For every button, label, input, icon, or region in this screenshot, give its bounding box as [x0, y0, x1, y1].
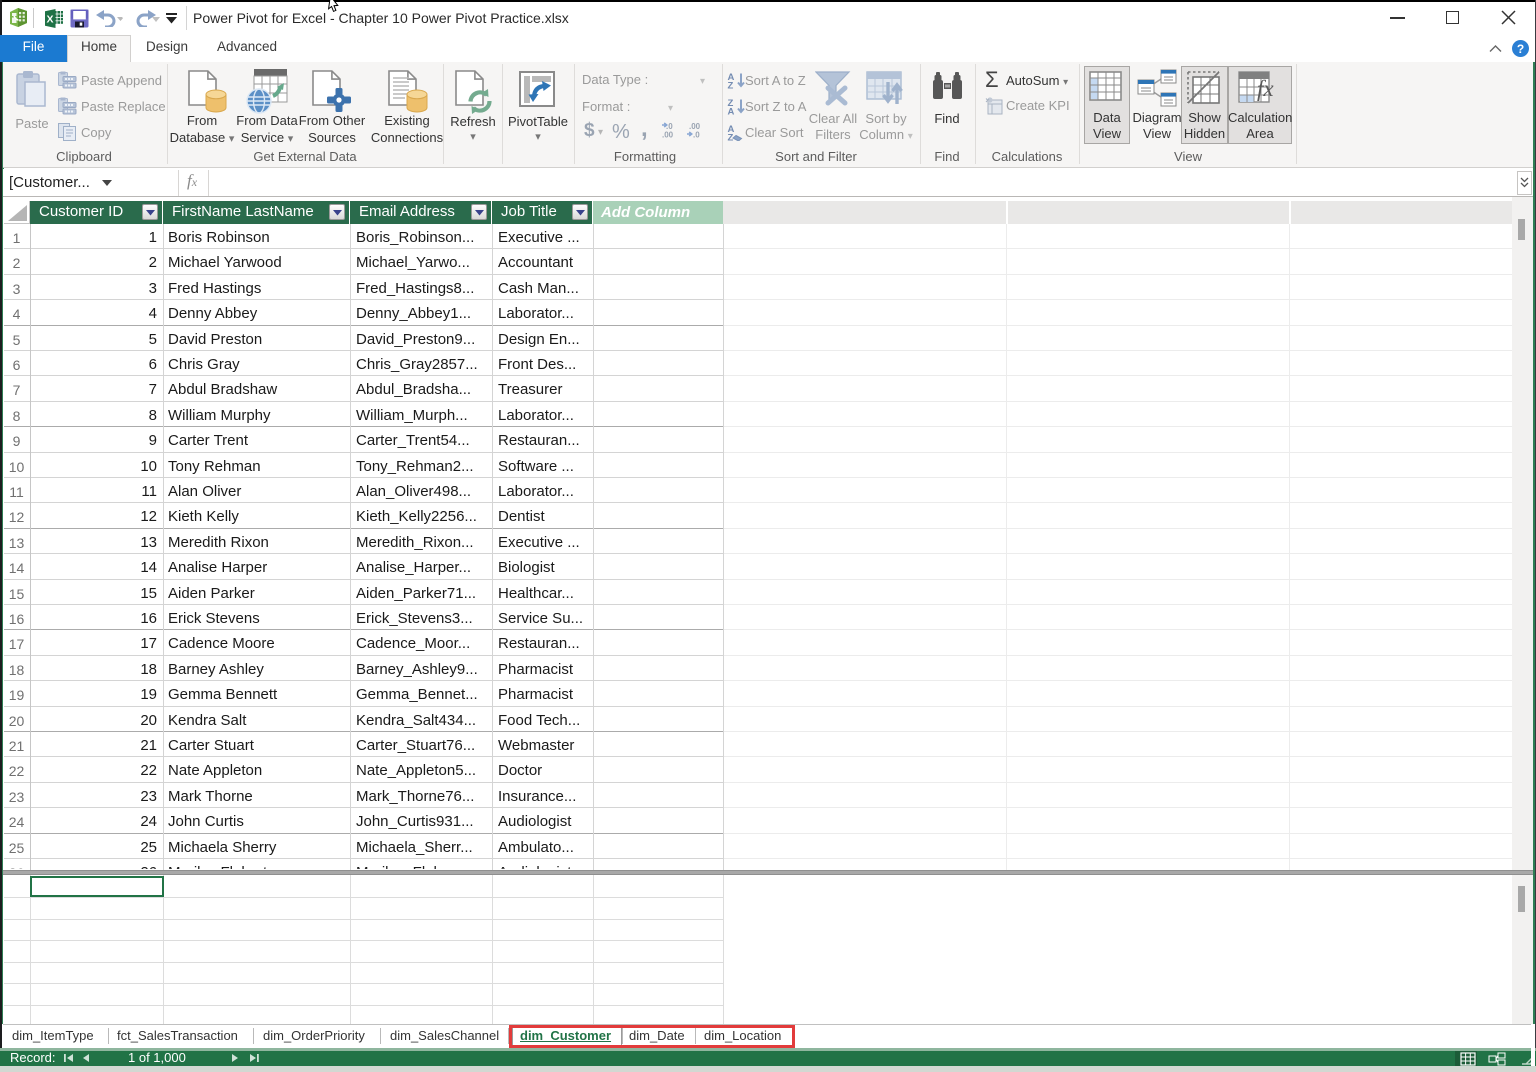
svg-text:.00: .00 — [662, 131, 674, 139]
svg-text:.0: .0 — [693, 131, 700, 139]
svg-text:Z: Z — [728, 81, 734, 90]
svg-text:Z: Z — [728, 133, 734, 142]
svg-text:A: A — [728, 107, 735, 116]
svg-text:X: X — [46, 13, 53, 25]
svg-text:fx: fx — [1257, 76, 1274, 101]
